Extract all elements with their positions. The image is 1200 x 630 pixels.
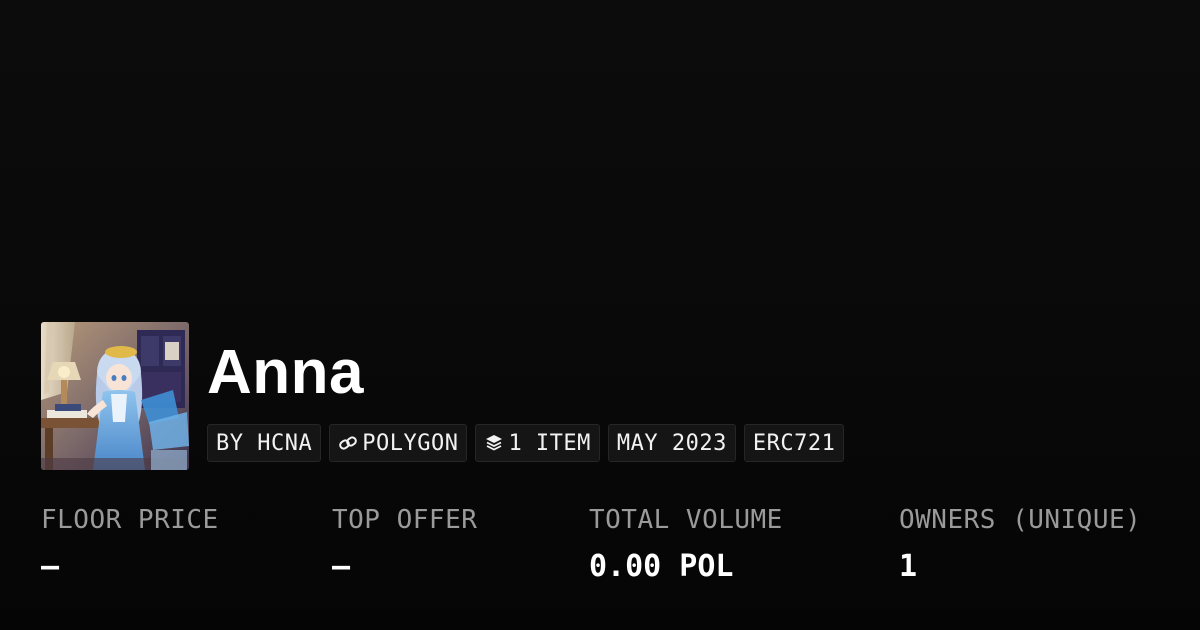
stat-label: FLOOR PRICE bbox=[41, 505, 219, 535]
stat-value: 1 bbox=[899, 549, 918, 584]
standard-label: ERC721 bbox=[752, 430, 836, 456]
stat-top-offer: TOP OFFER — bbox=[332, 505, 477, 584]
stat-label: OWNERS (UNIQUE) bbox=[899, 505, 1142, 535]
collection-avatar[interactable] bbox=[41, 322, 189, 470]
creator-chip[interactable]: BY HCNA bbox=[207, 424, 322, 462]
items-chip[interactable]: 1 ITEM bbox=[475, 424, 600, 462]
stat-total-volume: TOTAL VOLUME 0.00 POL bbox=[589, 505, 783, 584]
date-chip: MAY 2023 bbox=[607, 424, 736, 462]
stat-floor-price: FLOOR PRICE — bbox=[41, 505, 219, 584]
chain-chip[interactable]: POLYGON bbox=[329, 424, 468, 462]
standard-chip: ERC721 bbox=[743, 424, 845, 462]
chain-label: POLYGON bbox=[362, 430, 459, 456]
date-label: MAY 2023 bbox=[616, 430, 727, 456]
stat-label: TOTAL VOLUME bbox=[589, 505, 783, 535]
link-icon bbox=[338, 433, 358, 453]
stat-value: — bbox=[332, 549, 351, 584]
stat-value: 0.00 POL bbox=[589, 549, 734, 584]
anime-girl-artwork bbox=[41, 322, 189, 470]
stat-label: TOP OFFER bbox=[332, 505, 478, 535]
stat-owners: OWNERS (UNIQUE) 1 bbox=[899, 505, 1141, 584]
creator-label: BY HCNA bbox=[216, 430, 313, 456]
collection-stats: FLOOR PRICE — TOP OFFER — TOTAL VOLUME 0… bbox=[41, 505, 1171, 605]
layers-icon bbox=[484, 433, 504, 453]
items-label: 1 ITEM bbox=[508, 430, 591, 456]
stat-value: — bbox=[41, 549, 60, 584]
collection-header: Anna BY HCNA POLYGON 1 ITEM MAY 2023 ERC… bbox=[41, 322, 845, 470]
collection-title-block: Anna BY HCNA POLYGON 1 ITEM MAY 2023 ERC… bbox=[207, 322, 845, 462]
collection-meta-chips: BY HCNA POLYGON 1 ITEM MAY 2023 ERC721 bbox=[207, 424, 845, 462]
collection-name: Anna bbox=[207, 338, 364, 407]
